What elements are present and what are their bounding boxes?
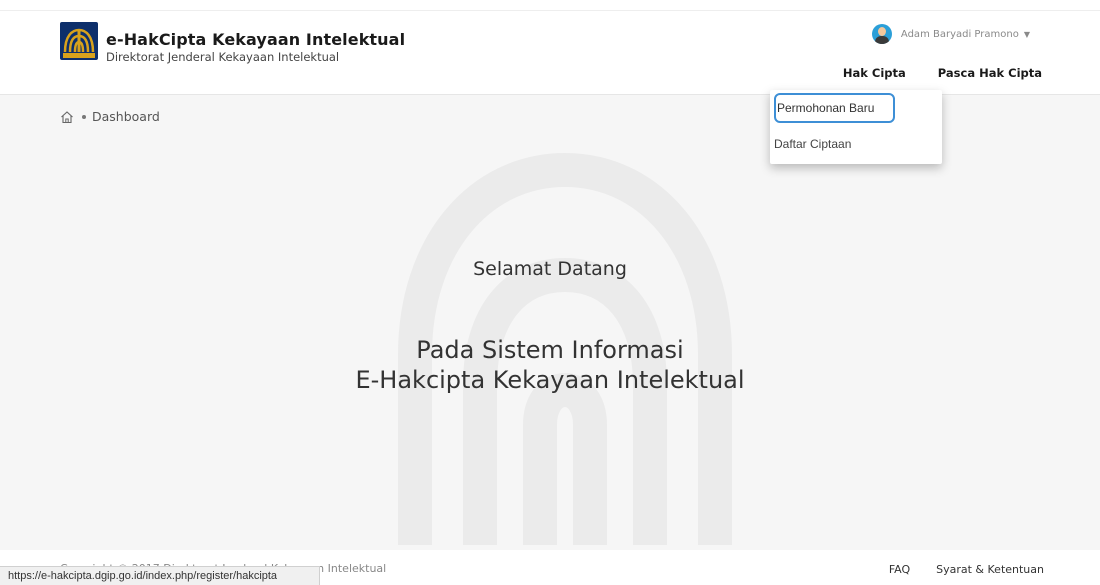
footer-links: FAQ Syarat & Ketentuan [863, 563, 1044, 576]
welcome-subheading: Pada Sistem Informasi E-Hakcipta Kekayaa… [0, 335, 1100, 395]
nav-hak-cipta[interactable]: Hak Cipta [843, 66, 906, 80]
nav-pasca-hak-cipta[interactable]: Pasca Hak Cipta [938, 66, 1042, 80]
header-divider [0, 10, 1100, 11]
hak-cipta-dropdown: Permohonan Baru Daftar Ciptaan [770, 90, 942, 164]
welcome-heading: Selamat Datang [473, 258, 627, 280]
app-subtitle: Direktorat Jenderal Kekayaan Intelektual [106, 50, 340, 64]
status-bar-url: https://e-hakcipta.dgip.go.id/index.php/… [0, 566, 321, 585]
home-icon[interactable] [60, 110, 74, 124]
welcome-line-2: E-Hakcipta Kekayaan Intelektual [355, 366, 745, 394]
breadcrumb: Dashboard [60, 109, 160, 124]
app-title: e-HakCipta Kekayaan Intelektual [106, 30, 406, 49]
terms-link[interactable]: Syarat & Ketentuan [936, 563, 1044, 576]
kemenkumham-logo-icon [60, 22, 98, 60]
main-nav: Hak Cipta Pasca Hak Cipta [811, 66, 1042, 80]
welcome-line-1: Pada Sistem Informasi [416, 336, 684, 364]
menu-item-permohonan-baru[interactable]: Permohonan Baru [774, 93, 895, 123]
breadcrumb-separator [82, 114, 86, 119]
user-name: Adam Baryadi Pramono [900, 28, 1019, 40]
caret-down-icon: ▼ [1023, 29, 1030, 39]
menu-item-daftar-ciptaan[interactable]: Daftar Ciptaan [774, 136, 851, 152]
user-menu[interactable]: Adam Baryadi Pramono ▼ [871, 24, 1030, 44]
faq-link[interactable]: FAQ [889, 563, 910, 576]
app-header: e-HakCipta Kekayaan Intelektual Direktor… [0, 0, 1100, 95]
breadcrumb-current: Dashboard [92, 109, 160, 124]
avatar [871, 24, 892, 44]
app-footer: Copyright © 2017 Direktorat Jenderal Kek… [0, 550, 1100, 585]
brand[interactable]: e-HakCipta Kekayaan Intelektual Direktor… [60, 22, 405, 64]
